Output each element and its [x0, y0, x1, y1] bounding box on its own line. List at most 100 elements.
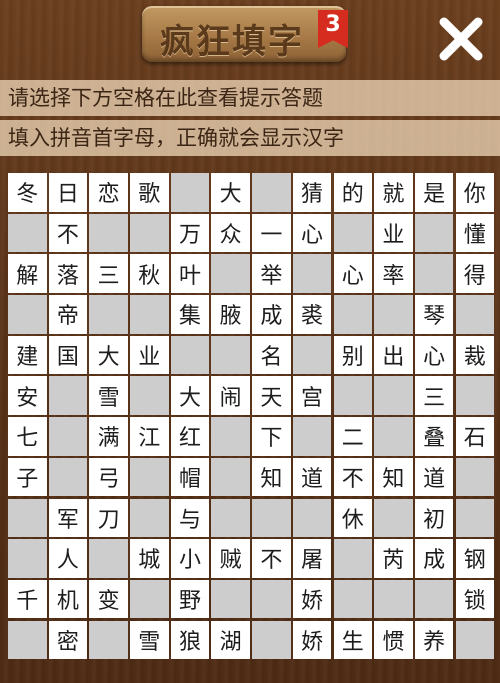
grid-cell-filled[interactable]: 小 — [170, 539, 210, 578]
grid-cell-empty[interactable] — [292, 498, 332, 537]
grid-cell-empty[interactable] — [211, 335, 250, 375]
grid-cell-filled[interactable]: 腋 — [211, 295, 250, 334]
grid-cell-filled[interactable]: 是 — [414, 173, 454, 212]
grid-cell-filled[interactable]: 恋 — [89, 173, 128, 212]
grid-cell-filled[interactable]: 满 — [89, 417, 128, 456]
grid-cell-empty[interactable] — [414, 213, 454, 253]
grid-cell-filled[interactable]: 猜 — [292, 173, 332, 212]
grid-cell-filled[interactable]: 军 — [48, 498, 88, 537]
grid-cell-filled[interactable]: 业 — [374, 213, 413, 253]
grid-cell-filled[interactable]: 江 — [130, 417, 169, 456]
grid-cell-empty[interactable] — [455, 620, 495, 660]
grid-cell-empty[interactable] — [8, 620, 47, 660]
grid-cell-filled[interactable]: 得 — [455, 254, 495, 293]
grid-cell-filled[interactable]: 三 — [414, 376, 454, 415]
grid-cell-filled[interactable]: 大 — [211, 173, 250, 212]
grid-cell-filled[interactable]: 雪 — [130, 620, 169, 660]
grid-cell-filled[interactable]: 变 — [89, 579, 128, 619]
grid-cell-empty[interactable] — [252, 173, 291, 212]
grid-cell-filled[interactable]: 天 — [252, 376, 291, 415]
grid-cell-empty[interactable] — [211, 457, 250, 497]
grid-cell-filled[interactable]: 日 — [48, 173, 88, 212]
grid-cell-filled[interactable]: 机 — [48, 579, 88, 619]
grid-cell-empty[interactable] — [414, 579, 454, 619]
grid-cell-empty[interactable] — [170, 173, 210, 212]
grid-cell-filled[interactable]: 贼 — [211, 539, 250, 578]
grid-cell-empty[interactable] — [252, 620, 291, 660]
grid-cell-filled[interactable]: 琴 — [414, 295, 454, 334]
grid-cell-filled[interactable]: 生 — [333, 620, 372, 660]
grid-cell-filled[interactable]: 三 — [89, 254, 128, 293]
grid-cell-filled[interactable]: 的 — [333, 173, 372, 212]
grid-cell-filled[interactable]: 二 — [333, 417, 372, 456]
grid-cell-filled[interactable]: 心 — [414, 335, 454, 375]
grid-cell-filled[interactable]: 心 — [333, 254, 372, 293]
grid-cell-empty[interactable] — [374, 579, 413, 619]
grid-cell-empty[interactable] — [374, 295, 413, 334]
grid-cell-filled[interactable]: 不 — [252, 539, 291, 578]
grid-cell-empty[interactable] — [48, 376, 88, 415]
grid-cell-filled[interactable]: 解 — [8, 254, 47, 293]
grid-cell-filled[interactable]: 大 — [170, 376, 210, 415]
grid-cell-empty[interactable] — [130, 579, 169, 619]
grid-cell-empty[interactable] — [374, 376, 413, 415]
grid-cell-empty[interactable] — [333, 579, 372, 619]
grid-cell-filled[interactable]: 下 — [252, 417, 291, 456]
grid-cell-filled[interactable]: 就 — [374, 173, 413, 212]
grid-cell-filled[interactable]: 雪 — [89, 376, 128, 415]
grid-cell-empty[interactable] — [292, 417, 332, 456]
grid-cell-filled[interactable]: 芮 — [374, 539, 413, 578]
grid-cell-empty[interactable] — [89, 539, 128, 578]
grid-cell-filled[interactable]: 秋 — [130, 254, 169, 293]
grid-cell-empty[interactable] — [8, 539, 47, 578]
grid-cell-empty[interactable] — [211, 579, 250, 619]
grid-cell-filled[interactable]: 初 — [414, 498, 454, 537]
grid-cell-empty[interactable] — [48, 417, 88, 456]
grid-cell-empty[interactable] — [8, 295, 47, 334]
grid-cell-filled[interactable]: 懂 — [455, 213, 495, 253]
grid-cell-empty[interactable] — [130, 295, 169, 334]
grid-cell-filled[interactable]: 七 — [8, 417, 47, 456]
grid-cell-filled[interactable]: 集 — [170, 295, 210, 334]
grid-cell-empty[interactable] — [333, 213, 372, 253]
grid-cell-filled[interactable]: 名 — [252, 335, 291, 375]
grid-cell-filled[interactable]: 歌 — [130, 173, 169, 212]
grid-cell-filled[interactable]: 城 — [130, 539, 169, 578]
grid-cell-filled[interactable]: 娇 — [292, 579, 332, 619]
grid-cell-filled[interactable]: 弓 — [89, 457, 128, 497]
grid-cell-filled[interactable]: 一 — [252, 213, 291, 253]
grid-cell-filled[interactable]: 裁 — [455, 335, 495, 375]
grid-cell-filled[interactable]: 红 — [170, 417, 210, 456]
grid-cell-filled[interactable]: 锁 — [455, 579, 495, 619]
grid-cell-empty[interactable] — [333, 376, 372, 415]
grid-cell-filled[interactable]: 狼 — [170, 620, 210, 660]
grid-cell-empty[interactable] — [333, 295, 372, 334]
grid-cell-filled[interactable]: 惯 — [374, 620, 413, 660]
grid-cell-filled[interactable]: 帝 — [48, 295, 88, 334]
grid-cell-filled[interactable]: 湖 — [211, 620, 250, 660]
grid-cell-filled[interactable]: 野 — [170, 579, 210, 619]
grid-cell-filled[interactable]: 石 — [455, 417, 495, 456]
grid-cell-filled[interactable]: 建 — [8, 335, 47, 375]
grid-cell-filled[interactable]: 屠 — [292, 539, 332, 578]
close-button[interactable] — [436, 14, 486, 64]
grid-cell-filled[interactable]: 叶 — [170, 254, 210, 293]
grid-cell-filled[interactable]: 你 — [455, 173, 495, 212]
grid-cell-empty[interactable] — [211, 417, 250, 456]
grid-cell-empty[interactable] — [89, 295, 128, 334]
grid-cell-filled[interactable]: 大 — [89, 335, 128, 375]
grid-cell-filled[interactable]: 休 — [333, 498, 372, 537]
grid-cell-empty[interactable] — [211, 254, 250, 293]
grid-cell-empty[interactable] — [455, 376, 495, 415]
grid-cell-filled[interactable]: 别 — [333, 335, 372, 375]
grid-cell-filled[interactable]: 帽 — [170, 457, 210, 497]
grid-cell-empty[interactable] — [455, 295, 495, 334]
grid-cell-empty[interactable] — [130, 213, 169, 253]
grid-cell-empty[interactable] — [130, 457, 169, 497]
grid-cell-empty[interactable] — [252, 498, 291, 537]
grid-cell-filled[interactable]: 国 — [48, 335, 88, 375]
grid-cell-filled[interactable]: 出 — [374, 335, 413, 375]
grid-cell-filled[interactable]: 不 — [48, 213, 88, 253]
grid-cell-empty[interactable] — [8, 213, 47, 253]
grid-cell-filled[interactable]: 娇 — [292, 620, 332, 660]
